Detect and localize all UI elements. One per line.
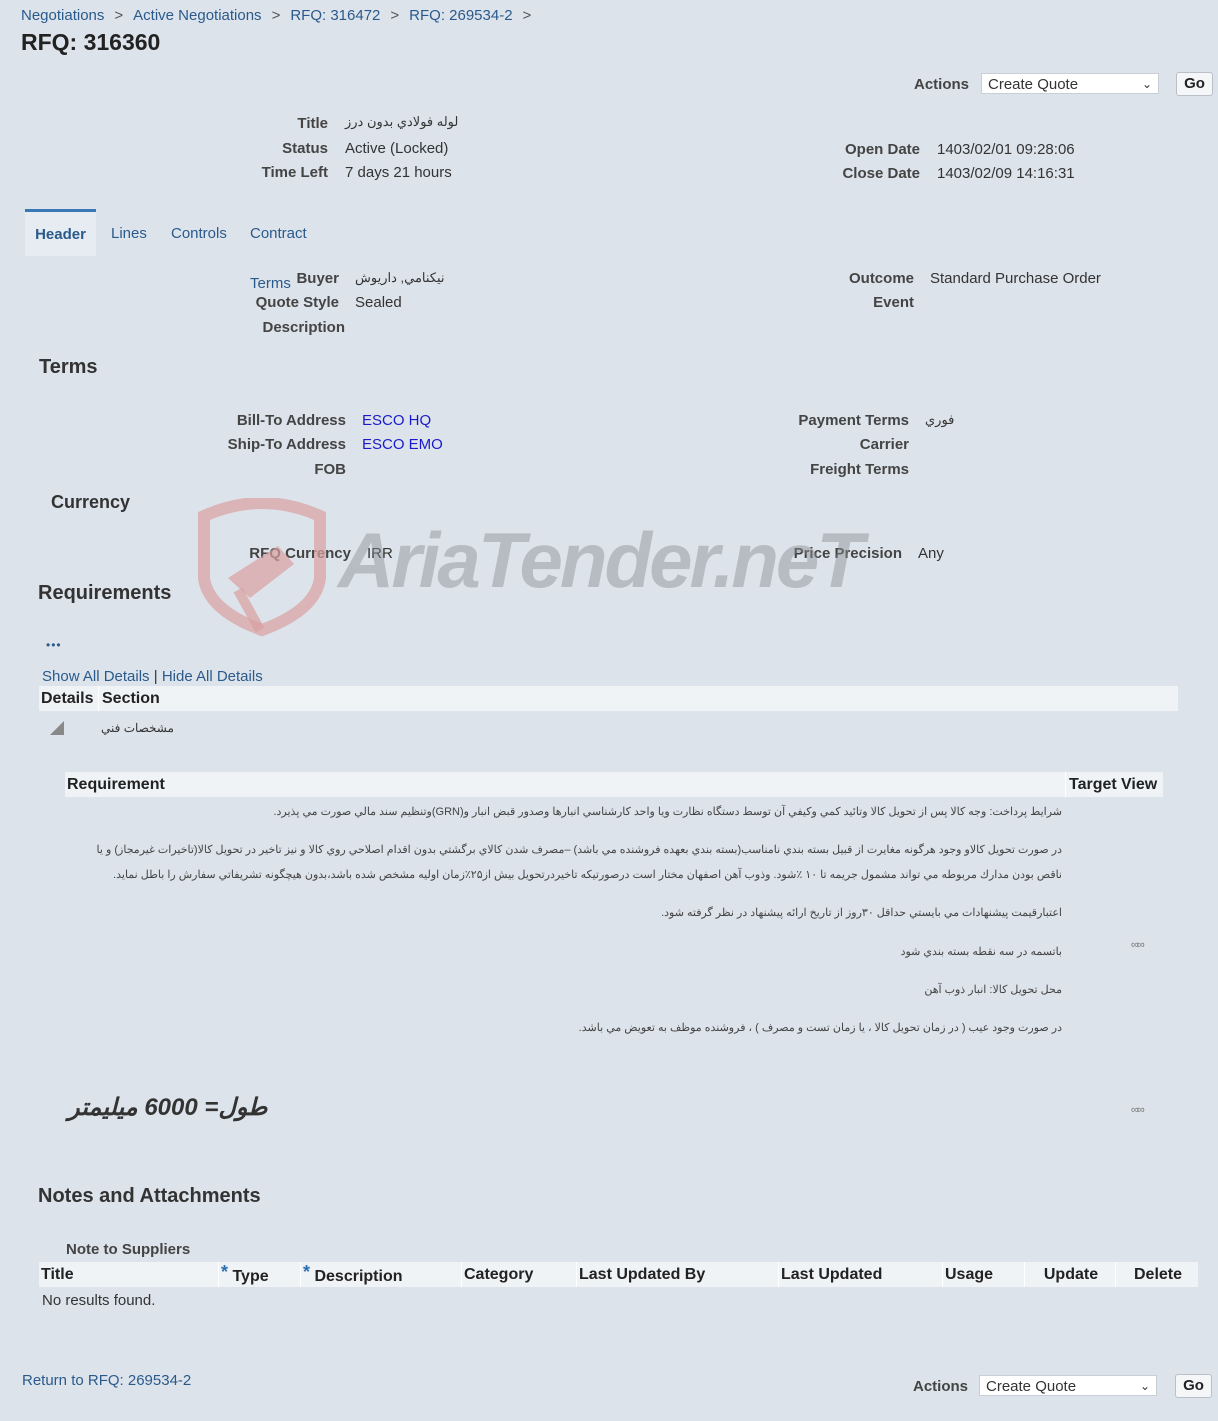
col-usage: Usage	[943, 1262, 1025, 1287]
requirement-line: باتسمه در سه نقطه بسته بندي شود	[900, 946, 1062, 958]
return-link[interactable]: Return to RFQ: 269534-2	[22, 1372, 191, 1389]
actions-label-bottom: Actions	[912, 1378, 968, 1395]
carrier-label: Carrier	[859, 436, 909, 453]
currency-heading: Currency	[51, 492, 131, 512]
breadcrumb-rfq-269534-2[interactable]: RFQ: 269534-2	[409, 7, 512, 24]
col-delete: Delete	[1133, 1266, 1183, 1283]
status-label: Status	[282, 140, 328, 157]
col-update: Update	[1025, 1262, 1116, 1287]
requirement-line: ناقص بودن مدارك مربوطه مي تواند مشمول جر…	[113, 869, 1062, 881]
description-label: Description	[262, 319, 345, 336]
requirement-line: در صورت وجود عيب ( در زمان تحويل كالا ، …	[578, 1022, 1062, 1034]
open-date-label: Open Date	[844, 141, 920, 158]
quote-style-label: Quote Style	[255, 294, 339, 311]
price-precision-value: Any	[918, 545, 944, 562]
length-requirement: طول= 6000 ميليمتر	[68, 1094, 268, 1121]
quote-style-value: Sealed	[355, 294, 402, 311]
outcome-value: Standard Purchase Order	[930, 270, 1101, 287]
outcome-label: Outcome	[848, 270, 914, 287]
page-title: RFQ: 316360	[21, 29, 161, 55]
requirements-heading: Requirements	[38, 582, 172, 604]
col-category: Category	[462, 1262, 577, 1287]
tab-contract-terms[interactable]: Contract Terms	[250, 209, 307, 292]
col-requirement: Requirement	[65, 772, 1066, 797]
hide-all-details-link[interactable]: Hide All Details	[162, 668, 263, 685]
col-view: View	[1121, 776, 1158, 793]
status-value: Active (Locked)	[345, 140, 449, 157]
close-date-label: Close Date	[842, 165, 920, 182]
bill-to-label: Bill-To Address	[236, 412, 346, 429]
fob-label: FOB	[314, 461, 346, 478]
chevron-down-icon: ⌄	[1141, 77, 1152, 91]
ship-to-label: Ship-To Address	[227, 436, 346, 453]
tab-header[interactable]: Header	[25, 209, 96, 256]
payment-terms-value: فوري	[925, 412, 955, 427]
time-left-label: Time Left	[261, 164, 328, 181]
actions-select[interactable]: Create Quote ⌄	[981, 73, 1159, 94]
freight-terms-label: Freight Terms	[810, 461, 909, 478]
note-to-suppliers-label: Note to Suppliers	[66, 1241, 191, 1258]
close-date-value: 1403/02/09 14:16:31	[937, 165, 1075, 182]
view-glasses-icon[interactable]: ∞∞	[1131, 1104, 1145, 1116]
col-section: Section	[102, 690, 160, 707]
breadcrumb: Negotiations > Active Negotiations > RFQ: 31…	[21, 7, 532, 24]
chevron-down-icon: ⌄	[1139, 1379, 1150, 1393]
col-description: * Description	[301, 1262, 462, 1287]
show-all-details-link[interactable]: Show All Details	[42, 668, 150, 685]
section-name: مشخصات فني	[101, 721, 174, 735]
show-hide-details: Show All Details | Hide All Details	[42, 668, 263, 685]
breadcrumb-rfq-316472[interactable]: RFQ: 316472	[290, 7, 380, 24]
col-details: Details	[39, 686, 99, 711]
requirement-line: شرايط پرداخت: وجه كالا پس از تحويل كالا …	[273, 806, 1062, 818]
title-label: Title	[297, 115, 328, 132]
event-label: Event	[873, 294, 914, 311]
watermark-text: AriaTender.neT	[338, 516, 864, 604]
breadcrumb-active-negotiations[interactable]: Active Negotiations	[133, 7, 261, 24]
notes-heading: Notes and Attachments	[38, 1185, 261, 1207]
view-glasses-icon[interactable]: ∞∞	[1131, 939, 1145, 951]
breadcrumb-negotiations[interactable]: Negotiations	[21, 7, 104, 24]
buyer-value: نيكنامي, داريوش	[355, 270, 445, 285]
terms-heading: Terms	[39, 356, 98, 378]
col-last-updated: Last Updated	[779, 1262, 943, 1287]
col-target: Target	[1069, 776, 1117, 793]
col-type: * Type	[219, 1262, 301, 1287]
expand-triangle-icon[interactable]	[50, 721, 64, 735]
requirement-line: محل تحويل كالا: انبار ذوب آهن	[924, 984, 1062, 996]
ship-to-link[interactable]: ESCO EMO	[362, 436, 443, 453]
open-date-value: 1403/02/01 09:28:06	[937, 141, 1075, 158]
watermark-logo	[198, 497, 326, 638]
attachments-table-header: Title * Type * Description Category Last…	[39, 1262, 1198, 1287]
title-value: لوله فولادي بدون درز	[345, 114, 459, 129]
col-title: Title	[39, 1262, 219, 1287]
requirements-table-header: Details Section	[39, 686, 1178, 711]
buyer-label: Buyer	[296, 270, 339, 287]
go-button[interactable]: Go	[1176, 72, 1213, 96]
requirement-line: اعتبارقيمت پيشنهادات مي بايستي حداقل ۳۰ر…	[661, 907, 1062, 919]
tab-lines[interactable]: Lines	[111, 209, 147, 253]
actions-select-bottom[interactable]: Create Quote ⌄	[979, 1375, 1157, 1396]
more-options-icon[interactable]: •••	[46, 638, 62, 652]
payment-terms-label: Payment Terms	[798, 412, 909, 429]
go-button-bottom[interactable]: Go	[1175, 1374, 1212, 1398]
requirement-table-header: Requirement Target View	[65, 772, 1163, 797]
col-last-updated-by: Last Updated By	[577, 1262, 779, 1287]
actions-label: Actions	[913, 76, 969, 93]
bill-to-link[interactable]: ESCO HQ	[362, 412, 431, 429]
no-results-text: No results found.	[42, 1292, 156, 1309]
time-left-value: 7 days 21 hours	[345, 164, 452, 181]
tab-controls[interactable]: Controls	[171, 209, 227, 253]
requirement-line: در صورت تحويل كالاو وجود هرگونه مغايرت ا…	[96, 844, 1062, 856]
